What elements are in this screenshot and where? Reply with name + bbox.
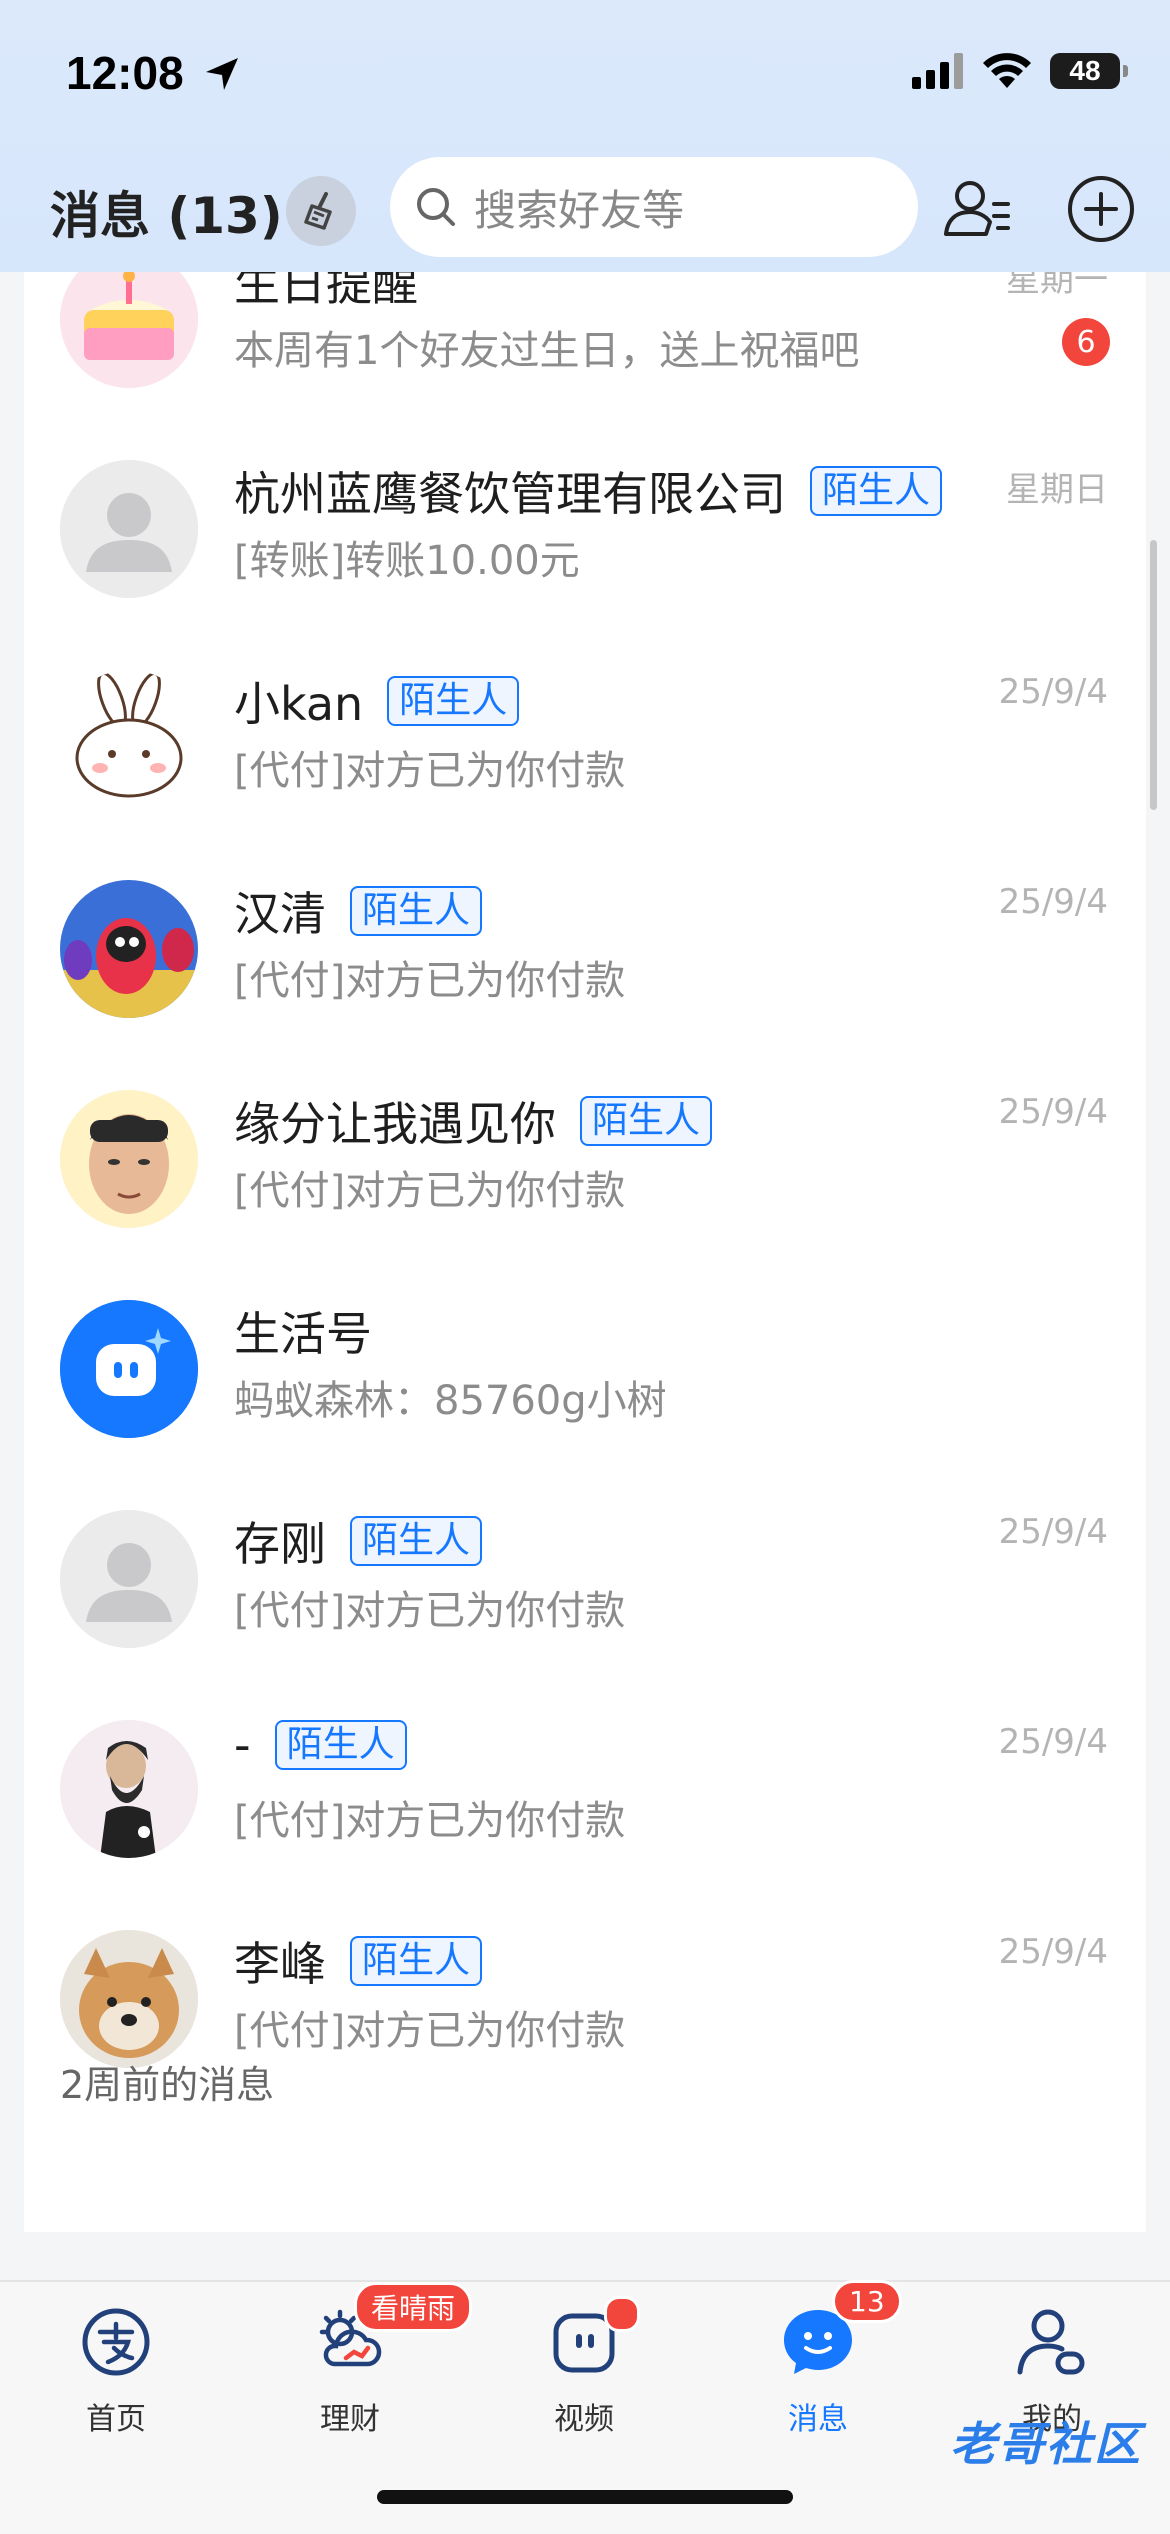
list-item[interactable]: 小kan 陌生人 [代付]对方已为你付款 25/9/4 bbox=[24, 634, 1146, 844]
tab-label: 消息 bbox=[788, 2402, 848, 2437]
contact-name: 李峰 bbox=[234, 1937, 326, 1991]
contacts-icon[interactable] bbox=[940, 172, 1014, 246]
clear-unread-button[interactable] bbox=[286, 176, 356, 246]
list-item[interactable]: 汉清 陌生人 [代付]对方已为你付款 25/9/4 bbox=[24, 844, 1146, 1054]
wifi-icon bbox=[983, 53, 1031, 88]
search-placeholder: 搜索好友等 bbox=[474, 185, 685, 235]
stranger-tag: 陌生人 bbox=[810, 466, 943, 516]
location-arrow-icon bbox=[206, 58, 238, 90]
contact-name: 缘分让我遇见你 bbox=[234, 1097, 556, 1151]
name-line: 小kan 陌生人 bbox=[234, 668, 520, 734]
message-time: 25/9/4 bbox=[998, 882, 1108, 922]
new-dot-badge bbox=[604, 2296, 640, 2332]
scrollbar[interactable] bbox=[1150, 540, 1157, 810]
avatar bbox=[60, 272, 198, 388]
name-line: 汉清 陌生人 bbox=[234, 878, 483, 944]
unread-badge: 6 bbox=[1062, 318, 1110, 366]
battery-icon: 48 bbox=[1050, 53, 1128, 89]
avatar bbox=[60, 1090, 198, 1228]
default-avatar-icon bbox=[60, 1510, 198, 1648]
message-time: 25/9/4 bbox=[998, 1092, 1108, 1132]
message-preview: [代付]对方已为你付款 bbox=[234, 1588, 626, 1634]
life-account-icon bbox=[60, 1300, 198, 1438]
contact-name: 生日提醒 bbox=[234, 272, 418, 311]
stranger-tag: 陌生人 bbox=[350, 1516, 483, 1566]
name-line: - 陌生人 bbox=[234, 1718, 407, 1772]
list-item[interactable]: 生活号 蚂蚁森林：85760g小树 bbox=[24, 1264, 1146, 1474]
conversation-list[interactable]: 生日提醒 本周有1个好友过生日，送上祝福吧 星期一 6 杭州蓝鹰餐饮管理有限公司… bbox=[24, 272, 1146, 2232]
message-preview: [代付]对方已为你付款 bbox=[234, 958, 626, 1004]
list-item[interactable]: 缘分让我遇见你 陌生人 [代付]对方已为你付款 25/9/4 bbox=[24, 1054, 1146, 1264]
stranger-tag: 陌生人 bbox=[350, 1936, 483, 1986]
avatar bbox=[60, 1300, 198, 1438]
avatar bbox=[60, 460, 198, 598]
message-preview: 本周有1个好友过生日，送上祝福吧 bbox=[234, 328, 860, 374]
tab-home[interactable]: 首页 bbox=[46, 2302, 186, 2438]
status-time: 12:08 bbox=[66, 47, 184, 99]
contact-name: 存刚 bbox=[234, 1517, 326, 1571]
name-line: 李峰 陌生人 bbox=[234, 1928, 483, 1994]
avatar bbox=[60, 670, 198, 808]
message-time: 25/9/4 bbox=[998, 1932, 1108, 1972]
name-line: 缘分让我遇见你 陌生人 bbox=[234, 1088, 713, 1154]
tab-messages[interactable]: 13 消息 bbox=[748, 2280, 902, 2438]
add-circle-icon[interactable] bbox=[1064, 172, 1138, 246]
tab-label: 理财 bbox=[320, 2402, 380, 2437]
watermark-logo: 老哥社区 bbox=[950, 2417, 1142, 2471]
stranger-tag: 陌生人 bbox=[350, 886, 483, 936]
message-time: 星期日 bbox=[1006, 470, 1108, 510]
contact-name: 汉清 bbox=[234, 887, 326, 941]
avatar bbox=[60, 1930, 198, 2068]
list-item[interactable]: 生日提醒 本周有1个好友过生日，送上祝福吧 星期一 6 bbox=[24, 272, 1146, 424]
avatar bbox=[60, 880, 198, 1018]
search-icon bbox=[417, 188, 455, 226]
stranger-tag: 陌生人 bbox=[387, 676, 520, 726]
avatar bbox=[60, 1510, 198, 1648]
message-preview: [代付]对方已为你付款 bbox=[234, 748, 626, 794]
search-input[interactable]: 搜索好友等 bbox=[390, 157, 918, 257]
profile-icon bbox=[1017, 2309, 1085, 2375]
message-time: 25/9/4 bbox=[998, 1512, 1108, 1552]
message-preview: [代付]对方已为你付款 bbox=[234, 1798, 626, 1844]
contact-name: 杭州蓝鹰餐饮管理有限公司 bbox=[234, 467, 786, 521]
message-preview: 蚂蚁森林：85760g小树 bbox=[234, 1378, 667, 1424]
message-preview: [代付]对方已为你付款 bbox=[234, 1168, 626, 1214]
message-time: 25/9/4 bbox=[998, 1722, 1108, 1762]
contact-name: 小kan bbox=[234, 677, 364, 731]
name-line: 生活号 bbox=[234, 1298, 372, 1364]
default-avatar-icon bbox=[60, 460, 198, 598]
tab-badge: 13 bbox=[832, 2280, 902, 2323]
section-title: 2周前的消息 bbox=[60, 2063, 275, 2107]
message-preview: [代付]对方已为你付款 bbox=[234, 2008, 626, 2054]
contact-name: 生活号 bbox=[234, 1307, 372, 1361]
stranger-tag: 陌生人 bbox=[274, 1720, 407, 1770]
signal-icon bbox=[912, 53, 963, 89]
list-item[interactable]: 存刚 陌生人 [代付]对方已为你付款 25/9/4 bbox=[24, 1474, 1146, 1684]
tab-wealth[interactable]: 看晴雨 理财 bbox=[280, 2282, 473, 2438]
alipay-home-icon bbox=[82, 2308, 150, 2376]
list-item[interactable]: - 陌生人 [代付]对方已为你付款 25/9/4 bbox=[24, 1684, 1146, 1894]
tab-video[interactable]: 视频 bbox=[514, 2296, 654, 2438]
message-preview: [转账]转账10.00元 bbox=[234, 538, 580, 584]
message-time: 星期一 bbox=[1006, 272, 1108, 300]
avatar bbox=[60, 1720, 198, 1858]
tab-label: 视频 bbox=[554, 2402, 614, 2437]
home-indicator[interactable] bbox=[377, 2490, 793, 2504]
stranger-tag: 陌生人 bbox=[580, 1096, 713, 1146]
broom-icon bbox=[304, 192, 332, 230]
name-line: 生日提醒 bbox=[234, 272, 418, 314]
tab-badge: 看晴雨 bbox=[354, 2282, 473, 2332]
name-line: 存刚 陌生人 bbox=[234, 1508, 483, 1574]
status-icons: 48 bbox=[912, 52, 1128, 90]
name-line: 杭州蓝鹰餐饮管理有限公司 陌生人 bbox=[234, 458, 943, 524]
message-time: 25/9/4 bbox=[998, 672, 1108, 712]
list-item[interactable]: 杭州蓝鹰餐饮管理有限公司 陌生人 [转账]转账10.00元 星期日 bbox=[24, 424, 1146, 634]
page-title: 消息 (13) bbox=[50, 187, 283, 245]
contact-name: - bbox=[234, 1718, 251, 1772]
tab-label: 首页 bbox=[86, 2402, 146, 2437]
